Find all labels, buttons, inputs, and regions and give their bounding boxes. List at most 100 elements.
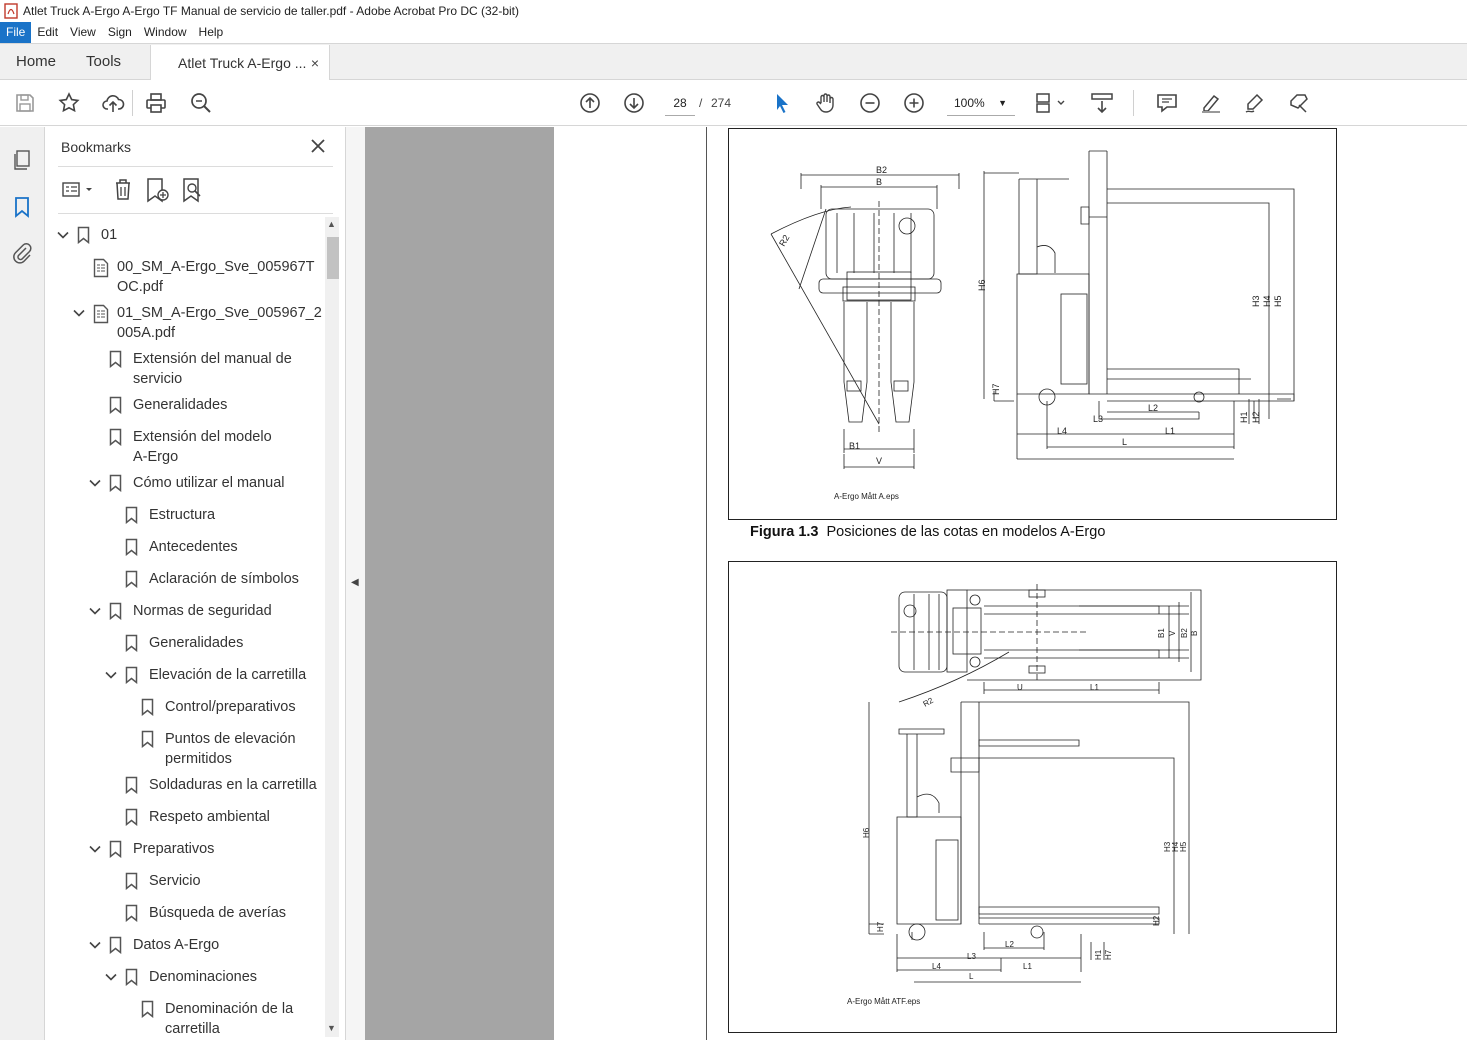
bookmark-label: Búsqueda de averías [149,905,287,921]
bookmark-label: Estructura [149,507,216,523]
menu-view[interactable]: View [64,22,102,43]
scroll-thumb[interactable] [327,237,339,279]
dim-label-h3: H3 [1251,295,1261,307]
dim-label-h1: H1 [1094,949,1103,960]
scrollbar[interactable]: ▲ ▼ [325,217,339,1037]
new-bookmark-icon[interactable] [145,177,171,203]
chevron-down-icon[interactable] [56,228,70,242]
panel-collapse-handle[interactable]: ◀ [346,127,365,1040]
options-menu-icon[interactable] [61,179,97,201]
bookmark-tools [45,177,346,203]
dim-label-h2: H2 [1152,915,1161,926]
dim-label-h6: H6 [977,279,987,291]
dim-label-h1: H1 [1239,411,1249,423]
menu-bar: File Edit View Sign Window Help [0,22,1467,43]
chevron-down-icon: ▼ [998,98,1007,108]
dim-label-b: B [1190,631,1199,636]
tab-home[interactable]: Home [0,44,72,79]
bookmark-label: Denominaciones [149,969,258,985]
fill-sign-icon[interactable] [1287,91,1311,115]
scroll-up-arrow[interactable]: ▲ [327,219,336,229]
dim-label-h7b: H7 [1104,949,1113,960]
caption-number: Figura 1.3 [750,524,819,540]
figure-2-filename: A-Ergo Mått ATF.eps [847,997,921,1006]
dim-label-h7: H7 [991,383,1001,395]
menu-help[interactable]: Help [193,22,230,43]
collapse-arrow-icon[interactable]: ◀ [351,577,359,588]
bookmark-icon [141,730,154,749]
chevron-down-icon[interactable] [88,842,102,856]
print-icon[interactable] [144,91,168,115]
highlight-icon[interactable] [1199,91,1223,115]
bookmark-icon [125,872,138,891]
bookmark-icon [125,634,138,653]
chevron-down-icon[interactable] [88,476,102,490]
bookmark-label: Normas de seguridad [133,603,272,619]
find-bookmark-icon[interactable] [181,177,207,203]
zoom-value: 100% [954,96,985,110]
search-icon[interactable] [189,91,213,115]
cloud-upload-icon[interactable] [101,91,125,115]
figure-1-frame: B2 B R2 B1 V H6 H7 H3 H4 H5 H1 H2 L2 L3 … [728,128,1337,520]
menu-edit[interactable]: Edit [31,22,64,43]
chevron-down-icon[interactable] [88,604,102,618]
scroll-mode-icon[interactable] [1090,91,1114,115]
bookmark-label: Puntos de elevación permitidos [165,731,296,767]
window-title: Atlet Truck A-Ergo A-Ergo TF Manual de s… [23,4,520,18]
zoom-select[interactable]: 100% ▼ [947,90,1015,116]
prev-page-icon[interactable] [578,91,602,115]
bookmark-label: Generalidades [133,397,228,413]
dim-label-b: B [876,177,882,187]
tab-document[interactable]: Atlet Truck A-Ergo ... × [150,45,331,80]
bookmarks-title: Bookmarks [61,139,132,155]
bookmark-icon [125,904,138,923]
figure-2-drawing: B1 V B2 B U L1 R2 H6 H7 H3 H4 H5 H2 L2 L… [862,584,1202,983]
bookmark-icon [109,428,122,447]
draw-icon[interactable] [1243,91,1267,115]
bookmark-label: 00_SM_A-Ergo_Sve_005967TOC.pdf [117,259,315,295]
bookmark-label: 01_SM_A-Ergo_Sve_005967_2005A.pdf [117,305,322,341]
page-display-icon[interactable] [1034,91,1070,115]
dim-label-b1: B1 [1157,628,1166,638]
tab-document-label: Atlet Truck A-Ergo ... [178,54,307,71]
dim-label-h2: H2 [1251,411,1261,423]
zoom-out-icon[interactable] [858,91,882,115]
star-icon[interactable] [57,91,81,115]
zoom-in-icon[interactable] [902,91,926,115]
chevron-down-icon[interactable] [104,970,118,984]
bookmark-icon [125,506,138,525]
dim-label-v: V [876,456,882,466]
dim-label-b1: B1 [849,441,860,451]
menu-sign[interactable]: Sign [102,22,138,43]
select-cursor-icon[interactable] [770,91,794,115]
menu-window[interactable]: Window [138,22,193,43]
scroll-down-arrow[interactable]: ▼ [327,1023,336,1033]
figure-caption: Figura 1.3 Posiciones de las cotas en mod… [750,524,1105,540]
close-icon[interactable] [309,137,327,155]
dim-label-h6: H6 [862,827,871,838]
bookmark-label: Datos A-Ergo [133,937,220,953]
chevron-down-icon[interactable] [72,306,86,320]
tab-home-label: Home [16,53,57,70]
toolbar-divider [132,90,133,116]
bookmarks-icon[interactable] [10,195,34,219]
divider [58,166,333,167]
hand-tool-icon[interactable] [814,91,838,115]
dim-label-l3: L3 [967,952,976,961]
chevron-down-icon[interactable] [88,938,102,952]
toolbar [0,80,1467,126]
dim-label-r2: R2 [777,233,791,248]
bookmark-label: Respeto ambiental [149,809,270,825]
save-icon[interactable] [13,91,37,115]
tab-tools[interactable]: Tools [72,44,137,79]
tab-close-icon[interactable]: × [311,55,319,71]
page-number-input[interactable]: 28 [665,90,695,116]
delete-icon[interactable] [112,177,134,201]
comment-icon[interactable] [1155,91,1179,115]
chevron-down-icon[interactable] [104,668,118,682]
attachments-icon[interactable] [10,241,34,265]
dim-label-u: U [1017,683,1023,692]
next-page-icon[interactable] [622,91,646,115]
page-thumbnails-icon[interactable] [10,148,34,172]
menu-file[interactable]: File [0,22,32,43]
